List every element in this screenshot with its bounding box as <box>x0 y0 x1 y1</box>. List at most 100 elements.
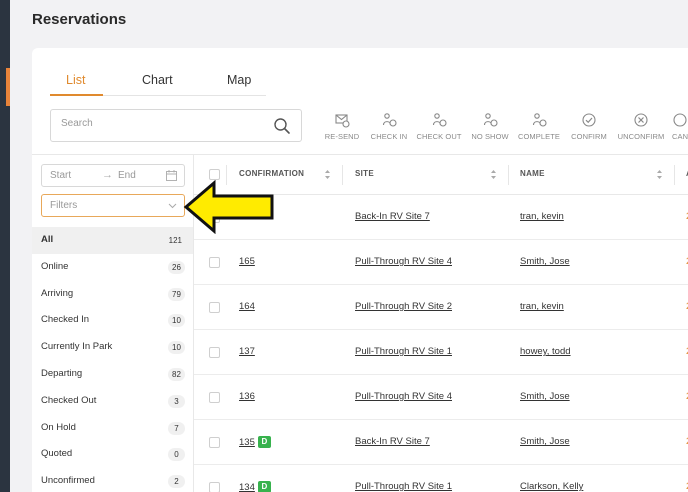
page-title: Reservations <box>32 11 127 28</box>
filter-item-checked-in[interactable]: Checked In 10 <box>32 307 193 334</box>
annotation-arrow-icon <box>183 180 274 234</box>
table-row[interactable]: 137 Pull-Through RV Site 1 howey, todd 2 <box>194 330 688 375</box>
complete-button[interactable]: COMPLETE <box>514 112 564 141</box>
guest-name-link[interactable]: tran, kevin <box>520 211 564 222</box>
filters-select[interactable]: Filters <box>41 194 185 217</box>
site-link[interactable]: Back-In RV Site 7 <box>355 211 430 222</box>
select-all-checkbox[interactable] <box>209 169 220 180</box>
no-show-button[interactable]: NO SHOW <box>465 112 515 141</box>
guest-name-link[interactable]: howey, todd <box>520 346 571 357</box>
filter-count: 0 <box>168 448 185 462</box>
check-in-button[interactable]: CHECK IN <box>364 112 414 141</box>
filter-list: All 121 Online 26 Arriving 79 Checked In… <box>32 227 193 492</box>
site-link[interactable]: Pull-Through RV Site 1 <box>355 481 452 492</box>
row-checkbox[interactable] <box>209 257 220 268</box>
row-checkbox[interactable] <box>209 482 220 492</box>
guest-name-link[interactable]: Clarkson, Kelly <box>520 481 583 492</box>
confirm-button[interactable]: CONFIRM <box>564 112 614 141</box>
site-link[interactable]: Pull-Through RV Site 4 <box>355 391 452 402</box>
table-row[interactable]: 165 Pull-Through RV Site 4 Smith, Jose 2 <box>194 240 688 285</box>
confirmation-number[interactable]: 135 <box>239 437 255 448</box>
end-date-field[interactable]: End <box>118 170 136 181</box>
filter-item-currently-in-park[interactable]: Currently In Park 10 <box>32 334 193 361</box>
filter-item-checked-out[interactable]: Checked Out 3 <box>32 388 193 415</box>
confirmation-link[interactable]: 165 <box>239 256 255 267</box>
filter-label: All <box>41 234 54 245</box>
site-link[interactable]: Pull-Through RV Site 4 <box>355 256 452 267</box>
guest-name-link[interactable]: Smith, Jose <box>520 256 570 267</box>
search-box[interactable] <box>50 109 302 142</box>
filter-item-on-hold[interactable]: On Hold 7 <box>32 415 193 442</box>
confirmation-link[interactable]: 164 <box>239 301 255 312</box>
confirmation-link[interactable]: 136 <box>239 391 255 402</box>
search-input[interactable] <box>61 118 261 129</box>
site-link[interactable]: Back-In RV Site 7 <box>355 436 430 447</box>
confirmation-link[interactable]: 134 D <box>239 481 271 492</box>
guest-name-link[interactable]: Smith, Jose <box>520 391 570 402</box>
tab-list[interactable]: List <box>66 73 85 87</box>
table-row[interactable]: 134 D Pull-Through RV Site 1 Clarkson, Ke… <box>194 465 688 492</box>
check-out-label: CHECK OUT <box>416 132 462 141</box>
deposit-badge: D <box>257 436 271 448</box>
unconfirm-button[interactable]: UNCONFIRM <box>616 112 666 141</box>
check-out-button[interactable]: CHECK OUT <box>414 112 464 141</box>
filter-item-all[interactable]: All 121 <box>32 227 193 254</box>
column-header-name[interactable]: NAME <box>520 169 545 178</box>
filter-label: Checked Out <box>41 394 97 406</box>
search-icon[interactable] <box>273 117 291 135</box>
confirmation-link[interactable]: 137 <box>239 346 255 357</box>
cancel-button[interactable]: CAN <box>664 112 688 141</box>
sort-icon[interactable] <box>324 169 331 180</box>
filter-item-unconfirmed[interactable]: Unconfirmed 2 <box>32 468 193 492</box>
column-header-site[interactable]: SITE <box>355 169 374 178</box>
row-checkbox[interactable] <box>209 437 220 448</box>
deposit-badge: D <box>257 481 271 492</box>
filter-item-quoted[interactable]: Quoted 0 <box>32 441 193 468</box>
table-row[interactable]: 164 Pull-Through RV Site 2 tran, kevin 2 <box>194 285 688 330</box>
filter-label: Departing <box>41 367 83 379</box>
column-divider <box>508 165 509 185</box>
sidebar-active-indicator <box>6 68 10 106</box>
filter-panel: Start → End Filters All 121 Online 26 Ar… <box>32 155 194 492</box>
tab-map[interactable]: Map <box>227 73 251 87</box>
row-checkbox[interactable] <box>209 392 220 403</box>
column-header-confirmation[interactable]: CONFIRMATION <box>239 169 304 178</box>
guest-name-link[interactable]: Smith, Jose <box>520 436 570 447</box>
resend-button[interactable]: RE-SEND <box>317 112 367 141</box>
table-row[interactable]: 136 Pull-Through RV Site 4 Smith, Jose 2 <box>194 375 688 420</box>
filter-count: 7 <box>168 421 185 435</box>
filter-label: On Hold <box>41 421 76 433</box>
row-checkbox[interactable] <box>209 302 220 313</box>
row-checkbox[interactable] <box>209 347 220 358</box>
check-in-icon <box>382 113 397 127</box>
column-divider <box>674 165 675 185</box>
filter-item-online[interactable]: Online 26 <box>32 254 193 281</box>
site-link[interactable]: Pull-Through RV Site 1 <box>355 346 452 357</box>
site-link[interactable]: Pull-Through RV Site 2 <box>355 301 452 312</box>
confirmation-number[interactable]: 134 <box>239 482 255 492</box>
cancel-icon <box>673 113 687 127</box>
complete-label: COMPLETE <box>517 132 561 141</box>
table-row[interactable]: 135D Back-In RV Site 7 Smith, Jose 2 <box>194 420 688 465</box>
filter-label: Currently In Park <box>41 341 113 353</box>
sort-icon[interactable] <box>490 169 497 180</box>
sort-icon[interactable] <box>656 169 663 180</box>
confirmation-link[interactable]: 135 D <box>239 436 271 448</box>
filter-item-arriving[interactable]: Arriving 79 <box>32 281 193 308</box>
resend-label: RE-SEND <box>324 132 360 141</box>
start-date-field[interactable]: Start <box>50 170 71 181</box>
filter-count: 79 <box>168 287 185 301</box>
confirm-check-icon <box>582 113 596 127</box>
filter-count: 3 <box>168 394 185 408</box>
reservations-card: List Chart Map RE-SEND CHECK IN <box>32 48 688 492</box>
no-show-icon <box>483 113 498 127</box>
filter-count: 2 <box>168 475 185 489</box>
check-out-icon <box>432 113 447 127</box>
filter-label: Quoted <box>41 448 73 460</box>
date-range-picker[interactable]: Start → End <box>41 164 185 187</box>
calendar-icon[interactable] <box>166 170 177 181</box>
guest-name-link[interactable]: tran, kevin <box>520 301 564 312</box>
filter-item-departing[interactable]: Departing 82 <box>32 361 193 388</box>
tab-chart[interactable]: Chart <box>142 73 173 87</box>
complete-icon <box>532 113 547 127</box>
